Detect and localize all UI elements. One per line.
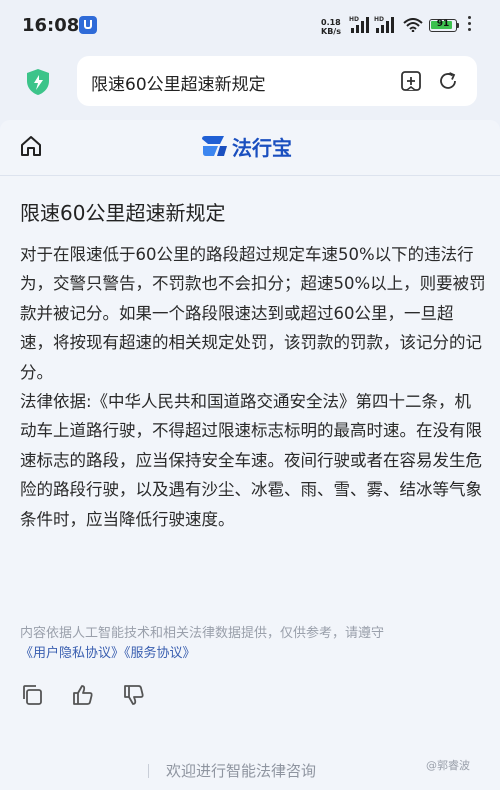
network-speed-value: 0.18	[321, 18, 341, 27]
thumbs-down-icon[interactable]	[122, 683, 146, 707]
shield-check-icon[interactable]	[25, 68, 51, 96]
battery-indicator: 91	[429, 19, 457, 32]
battery-tip	[457, 23, 459, 28]
thumbs-up-icon[interactable]	[71, 683, 95, 707]
more-options-icon[interactable]	[468, 16, 472, 34]
battery-level: 91	[436, 19, 450, 29]
status-bar: 16:08 0.18 KB/s HD HD 91	[0, 0, 500, 50]
add-tab-icon[interactable]	[400, 70, 422, 92]
disclaimer: 内容依据人工智能技术和相关法律数据提供，仅供参考，请遵守 《用户隐私协议》《服务…	[20, 624, 486, 664]
article-paragraph: 法律依据:《中华人民共和国道路交通安全法》第四十二条，机动车上道路行驶，不得超过…	[20, 392, 482, 529]
page-title: 限速60公里超速新规定	[20, 201, 226, 225]
signal-strength-2-icon	[376, 17, 394, 33]
home-icon[interactable]	[19, 134, 43, 158]
logo-text: 法行宝	[232, 136, 292, 160]
address-bar-text[interactable]: 限速60公里超速新规定	[91, 70, 266, 95]
refresh-icon[interactable]	[437, 70, 459, 92]
agreement-links[interactable]: 《用户隐私协议》《服务协议》	[20, 646, 196, 661]
signal-strength-icon	[351, 17, 369, 33]
article-paragraph: 对于在限速低于60公里的路段超过规定车速50%以下的违法行为，交警只警告，不罚款…	[20, 245, 486, 382]
copy-icon[interactable]	[20, 683, 44, 707]
network-speed: 0.18 KB/s	[321, 18, 341, 36]
header-divider	[0, 175, 500, 176]
bottom-divider	[148, 764, 149, 778]
address-bar[interactable]: 限速60公里超速新规定	[77, 56, 477, 106]
wifi-icon	[403, 18, 423, 32]
app-notification-icon	[79, 16, 97, 34]
article-body: 对于在限速低于60公里的路段超过规定车速50%以下的违法行为，交警只警告，不罚款…	[20, 240, 486, 534]
logo-mark-icon	[202, 136, 227, 156]
network-speed-unit: KB/s	[321, 27, 341, 36]
watermark: @郭睿波	[426, 759, 470, 772]
disclaimer-text: 内容依据人工智能技术和相关法律数据提供，仅供参考，请遵守	[20, 626, 385, 641]
status-time: 16:08	[22, 15, 80, 36]
